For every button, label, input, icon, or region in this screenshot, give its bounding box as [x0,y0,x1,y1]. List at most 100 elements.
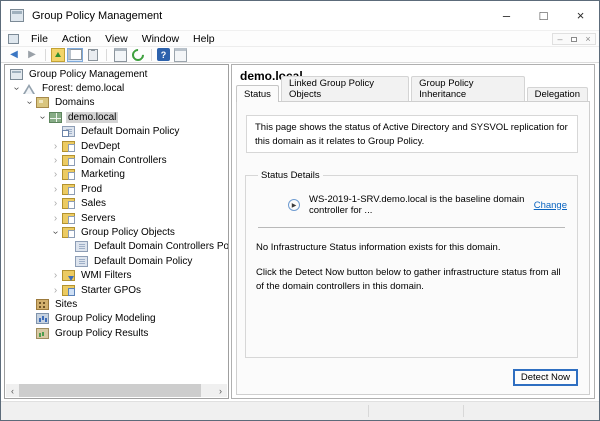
expand-chevron-icon[interactable]: › [49,139,62,153]
tree-item-group-policy-objects[interactable]: › Group Policy Objects [5,225,228,239]
tree-item-prod[interactable]: ›Prod [5,182,228,196]
tree-item-sales[interactable]: ›Sales [5,197,228,211]
close-button[interactable]: × [562,1,599,30]
mdi-restore-button[interactable] [567,34,581,44]
baseline-dc-text: WS-2019-1-SRV.demo.local is the baseline… [309,194,534,216]
maximize-button[interactable]: □ [525,1,562,30]
status-details-divider [258,227,565,228]
paste-icon[interactable] [85,48,101,62]
up-one-level-icon[interactable] [51,48,65,62]
wmi-icon [62,270,75,281]
tree-horizontal-scrollbar[interactable]: ‹ › [6,384,227,397]
tree-item-label: Default Domain Policy [79,126,181,137]
menu-view[interactable]: View [98,32,135,46]
scrollbar-track[interactable] [19,384,214,397]
expander-spacer [23,297,36,311]
expand-status-icon[interactable]: ▶ [288,199,300,211]
console-tree-panel: Group Policy Management›Forest: demo.loc… [4,64,229,399]
tree-item-marketing[interactable]: › Marketing [5,168,228,182]
tree-item-starter-gpos[interactable]: ›Starter GPOs [5,283,228,297]
mdi-close-button[interactable]: × [581,34,595,44]
window-title: Group Policy Management [32,10,162,22]
toolbar-separator [45,49,46,61]
ou-icon [62,198,75,209]
expand-chevron-icon[interactable]: › [49,283,62,297]
status-tab-page: This page shows the status of Active Dir… [236,101,590,395]
detect-now-button[interactable]: Detect Now [513,369,578,386]
tree-item-label: Marketing [79,169,127,180]
tree-item-demo-local[interactable]: › demo.local [5,110,228,124]
window-controls: –□× [488,1,599,30]
status-details-groupbox: Status Details ▶ WS-2019-1-SRV.demo.loca… [245,170,578,358]
minimize-button[interactable]: – [488,1,525,30]
main-area: Group Policy Management›Forest: demo.loc… [1,64,599,401]
tree-item-default-domain-policy[interactable]: Default Domain Policy [5,254,228,268]
properties-icon[interactable] [112,48,128,62]
collapse-chevron-icon[interactable]: › [36,110,49,124]
menu-action[interactable]: Action [55,32,98,46]
tree-item-sites[interactable]: Sites [5,297,228,311]
expander-spacer [23,326,36,340]
tree-item-default-domain-controllers-policy[interactable]: Default Domain Controllers Policy [5,240,228,254]
restore-icon [571,37,577,42]
change-link[interactable]: Change [534,200,567,211]
show-console-tree-icon[interactable] [67,48,83,62]
menu-bar: FileActionViewWindowHelp – × [1,31,599,47]
tree-item-devdept[interactable]: ›DevDept [5,139,228,153]
tree-item-servers[interactable]: ›Servers [5,211,228,225]
tree-item-label: Domain Controllers [79,155,169,166]
expand-chevron-icon[interactable]: › [49,211,62,225]
export-list-icon[interactable] [172,48,188,62]
tree-item-default-domain-policy[interactable]: Default Domain Policy [5,125,228,139]
tree-item-label: Default Domain Policy [92,256,194,267]
no-infrastructure-text: No Infrastructure Status information exi… [256,241,567,255]
toolbar-separator [151,49,152,61]
expand-chevron-icon[interactable]: › [49,153,62,167]
gpmc-snapin-icon [8,34,19,44]
tree-item-wmi-filters[interactable]: › WMI Filters [5,268,228,282]
collapse-chevron-icon[interactable]: › [49,225,62,239]
menu-help[interactable]: Help [186,32,222,46]
tree-item-forest-demo-local[interactable]: › Forest: demo.local [5,81,228,95]
scroll-right-icon[interactable]: › [214,384,227,397]
collapse-chevron-icon[interactable]: › [23,96,36,110]
title-bar: Group Policy Management –□× [1,1,599,31]
tree-item-domains[interactable]: ›Domains [5,96,228,110]
scrollbar-thumb[interactable] [19,384,201,397]
tree-item-label: Sites [53,299,79,310]
expand-chevron-icon[interactable]: › [49,168,62,182]
collapse-chevron-icon[interactable]: › [10,81,23,95]
gpo-folder-icon [62,227,75,238]
tab-status[interactable]: Status [236,85,279,102]
forward-icon[interactable] [24,48,40,62]
details-pane: demo.local StatusLinked Group Policy Obj… [231,64,595,399]
expand-chevron-icon[interactable]: › [49,197,62,211]
back-icon[interactable] [6,48,22,62]
gpo-icon [75,241,88,252]
gpo-link-icon [62,126,75,137]
tree-item-group-policy-results[interactable]: Group Policy Results [5,326,228,340]
tab-linked-group-policy-objects[interactable]: Linked Group Policy Objects [281,76,409,102]
toolbar [1,47,599,63]
tab-group-policy-inheritance[interactable]: Group Policy Inheritance [411,76,524,102]
tree-item-domain-controllers[interactable]: › Domain Controllers [5,153,228,167]
scroll-left-icon[interactable]: ‹ [6,384,19,397]
tree-item-group-policy-management[interactable]: Group Policy Management [5,67,228,81]
menu-window[interactable]: Window [135,32,186,46]
menu-file[interactable]: File [24,32,55,46]
sites-icon [36,299,49,310]
mdi-minimize-button[interactable]: – [553,34,567,44]
detect-instruction-text: Click the Detect Now button below to gat… [256,266,567,294]
tree-item-label: WMI Filters [79,270,134,281]
expander-spacer [49,125,62,139]
tab-delegation[interactable]: Delegation [527,87,588,102]
expand-chevron-icon[interactable]: › [49,182,62,196]
refresh-icon[interactable] [130,48,146,62]
tree-item-group-policy-modeling[interactable]: Group Policy Modeling [5,312,228,326]
expand-chevron-icon[interactable]: › [49,268,62,282]
help-icon[interactable] [157,48,170,61]
ou-icon [62,141,75,152]
tree-item-label: demo.local [66,112,118,123]
tree-item-label: Forest: demo.local [40,83,126,94]
tree-item-label: Group Policy Objects [79,227,177,238]
